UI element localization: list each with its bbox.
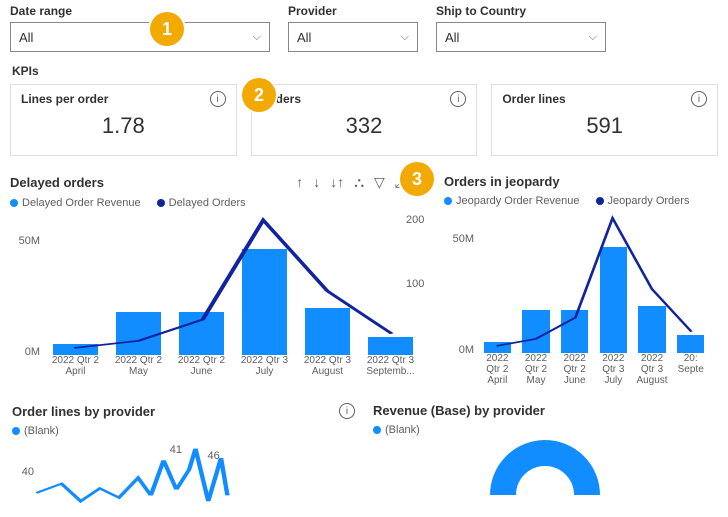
kpis-section: KPIs Lines per order i 1.78 Orders i 332… <box>10 62 718 156</box>
legend-swatch-icon <box>12 427 20 435</box>
kpi-title: Order lines <box>502 92 565 106</box>
chart-legend: (Blank) <box>12 425 355 437</box>
annotation-marker-1: 1 <box>150 12 184 46</box>
kpi-orders[interactable]: Orders i 332 <box>251 84 478 156</box>
legend-item[interactable]: Delayed Orders <box>157 197 246 209</box>
x-axis: 2022 Qtr 2 April 2022 Qtr 2 May 2022 Qtr… <box>478 353 710 381</box>
legend-item[interactable]: Delayed Order Revenue <box>10 197 141 209</box>
legend-swatch-icon <box>157 199 165 207</box>
chart-plot <box>373 436 716 495</box>
filter-label: Provider <box>288 4 418 18</box>
line-series <box>44 213 422 355</box>
x-axis: 2022 Qtr 2 April 2022 Qtr 2 May 2022 Qtr… <box>44 355 422 383</box>
select-value: All <box>19 30 33 45</box>
kpi-value: 332 <box>262 113 467 139</box>
chart-legend: Jeopardy Order Revenue Jeopardy Orders <box>444 195 718 207</box>
filter-label: Ship to Country <box>436 4 606 18</box>
kpi-order-lines[interactable]: Order lines i 591 <box>491 84 718 156</box>
filter-ship-country: Ship to Country All ⌵ <box>436 4 606 52</box>
kpi-value: 1.78 <box>21 113 226 139</box>
chevron-down-icon: ⌵ <box>401 31 409 44</box>
chart-plot: 50M 0M 20 <box>444 211 718 381</box>
chevron-down-icon: ⌵ <box>253 31 261 44</box>
y-axis-left: 50M 0M <box>444 211 474 353</box>
chart-title: Revenue (Base) by provider <box>373 403 545 418</box>
legend-swatch-icon <box>444 197 452 205</box>
section-title: KPIs <box>10 62 718 84</box>
kpi-title: Lines per order <box>21 92 108 106</box>
line-series <box>478 211 710 353</box>
country-select[interactable]: All ⌵ <box>436 22 606 52</box>
filter-icon[interactable]: ▽ <box>374 174 385 191</box>
date-range-select[interactable]: All ⌵ <box>10 22 270 52</box>
info-icon[interactable]: i <box>691 91 707 107</box>
info-icon[interactable]: i <box>210 91 226 107</box>
legend-swatch-icon <box>373 426 381 434</box>
chart-legend: (Blank) <box>373 424 716 436</box>
select-value: All <box>297 30 311 45</box>
chart-order-lines-by-provider[interactable]: Order lines by provider i (Blank) 40 41 … <box>10 401 357 509</box>
chevron-down-icon: ⌵ <box>589 31 597 44</box>
filters-row: Date range All ⌵ Provider All ⌵ Ship to … <box>10 4 718 52</box>
chart-title: Order lines by provider <box>12 404 155 419</box>
legend-swatch-icon <box>10 199 18 207</box>
chart-plot: 40 41 46 <box>12 437 355 507</box>
chart-delayed-orders[interactable]: Delayed orders ↑ ↓ ↓↑ ⛬ ▽ ⤢ ⋯ Delayed Or… <box>10 174 430 383</box>
chart-revenue-by-provider[interactable]: Revenue (Base) by provider (Blank) <box>371 401 718 509</box>
legend-item[interactable]: Jeopardy Orders <box>596 195 690 207</box>
sort-down-icon[interactable]: ↓↑ <box>330 174 344 191</box>
annotation-marker-2: 2 <box>242 78 276 112</box>
provider-select[interactable]: All ⌵ <box>288 22 418 52</box>
select-value: All <box>445 30 459 45</box>
chart-orders-in-jeopardy[interactable]: Orders in jeopardy Jeopardy Order Revenu… <box>444 174 718 383</box>
hierarchy-icon[interactable]: ⛬ <box>354 174 364 191</box>
legend-item[interactable]: Jeopardy Order Revenue <box>444 195 580 207</box>
chart-title: Orders in jeopardy <box>444 174 560 189</box>
info-icon[interactable]: i <box>450 91 466 107</box>
filter-label: Date range <box>10 4 270 18</box>
chart-plot: 50M 0M 200 100 0 <box>10 213 430 383</box>
y-axis-left: 50M 0M <box>10 213 40 355</box>
arrow-up-icon[interactable]: ↑ <box>296 174 303 191</box>
filter-date-range: Date range All ⌵ <box>10 4 270 52</box>
kpi-lines-per-order[interactable]: Lines per order i 1.78 <box>10 84 237 156</box>
chart-title: Delayed orders <box>10 175 104 190</box>
filter-provider: Provider All ⌵ <box>288 4 418 52</box>
arrow-down-icon[interactable]: ↓ <box>313 174 320 191</box>
kpi-value: 591 <box>502 113 707 139</box>
chart-legend: Delayed Order Revenue Delayed Orders <box>10 197 430 209</box>
line-series <box>36 437 355 507</box>
legend-item[interactable]: (Blank) <box>12 425 59 437</box>
y-axis-left: 40 <box>12 437 34 507</box>
info-icon[interactable]: i <box>339 403 355 419</box>
annotation-marker-3: 3 <box>400 162 434 196</box>
donut-chart <box>490 440 600 495</box>
legend-swatch-icon <box>596 197 604 205</box>
legend-item[interactable]: (Blank) <box>373 424 420 436</box>
